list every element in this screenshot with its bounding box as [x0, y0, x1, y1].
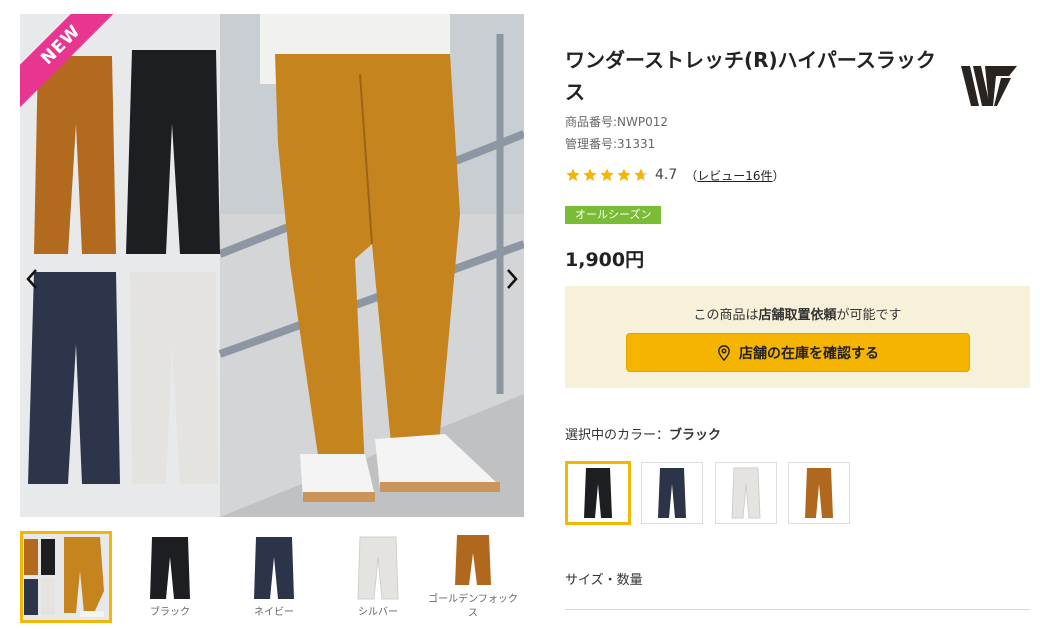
check-store-stock-label: 店舗の在庫を確認する	[739, 345, 879, 362]
swatch-golden-fox-image	[805, 468, 833, 518]
location-pin-icon	[718, 344, 730, 361]
color-swatch-silver[interactable]	[715, 462, 777, 524]
review-link-text[interactable]: レビュー16件	[697, 169, 772, 183]
review-link-open-paren: （	[685, 168, 698, 183]
product-main-image[interactable]: NEW	[20, 14, 524, 517]
thumbnail-black[interactable]: ブラック	[124, 531, 216, 623]
selected-color-value: ブラック	[669, 428, 722, 443]
rating-row: 4.7 （レビュー16件）	[565, 165, 785, 185]
store-reservation-box: この商品は店舗取置依頼が可能です 店舗の在庫を確認する	[565, 286, 1030, 388]
product-price: 1,900円	[565, 249, 645, 271]
rating-stars	[565, 167, 649, 183]
divider	[565, 609, 1030, 610]
chevron-left-icon	[26, 269, 37, 289]
next-image-button[interactable]	[502, 264, 522, 294]
product-photo	[20, 14, 524, 517]
swatch-silver-image	[731, 467, 761, 519]
product-code: 商品番号:NWP012	[565, 115, 669, 129]
thumbnail-strip: ブラック ネイビー シルバー ゴールデンフォックス	[20, 531, 530, 623]
thumbnail-golden-fox-image	[455, 535, 491, 585]
thumbnail-navy-image	[254, 537, 294, 599]
thumbnail-label-silver: シルバー	[358, 607, 398, 618]
star-icon	[600, 168, 614, 181]
star-icon	[617, 168, 631, 181]
chevron-right-icon	[507, 269, 518, 289]
star-half-icon	[634, 168, 648, 181]
review-link[interactable]: （レビュー16件）	[685, 167, 784, 184]
management-code: 管理番号:31331	[565, 137, 656, 151]
store-text-bold: 店舗取置依頼	[758, 308, 837, 323]
brand-logo	[961, 66, 1017, 106]
thumbnail-navy[interactable]: ネイビー	[228, 531, 320, 623]
thumbnail-collage[interactable]	[20, 531, 112, 623]
color-swatch-navy[interactable]	[641, 462, 703, 524]
thumbnail-golden-fox[interactable]: ゴールデンフォックス	[424, 531, 522, 623]
star-icon	[566, 168, 580, 181]
thumbnail-silver-image	[357, 536, 399, 600]
star-icon	[583, 168, 597, 181]
thumbnail-label-navy: ネイビー	[254, 607, 294, 618]
store-reservation-text: この商品は店舗取置依頼が可能です	[565, 304, 1030, 323]
thumbnail-label-black: ブラック	[150, 607, 190, 618]
season-badge: オールシーズン	[565, 206, 662, 224]
selected-color-label: 選択中のカラー：ブラック	[565, 424, 721, 443]
color-swatches	[565, 461, 865, 525]
thumbnail-label-golden-fox: ゴールデンフォックス	[428, 594, 518, 619]
store-text-after: が可能です	[836, 308, 902, 323]
store-text-before: この商品は	[693, 308, 759, 323]
review-link-close-paren: ）	[772, 168, 785, 183]
color-swatch-golden-fox[interactable]	[788, 462, 850, 524]
swatch-black-image	[584, 468, 612, 518]
rating-value: 4.7	[655, 167, 678, 183]
prev-image-button[interactable]	[22, 264, 42, 294]
size-quantity-label: サイズ・数量	[565, 573, 643, 588]
selected-color-prefix: 選択中のカラー：	[565, 428, 670, 443]
product-title: ワンダーストレッチ(R)ハイパースラックス	[565, 48, 936, 104]
thumbnail-collage-image	[23, 534, 109, 620]
thumbnail-black-image	[150, 537, 190, 599]
swatch-navy-image	[658, 468, 686, 518]
check-store-stock-button[interactable]: 店舗の在庫を確認する	[626, 333, 970, 372]
color-swatch-black[interactable]	[565, 461, 631, 525]
thumbnail-silver[interactable]: シルバー	[332, 531, 424, 623]
